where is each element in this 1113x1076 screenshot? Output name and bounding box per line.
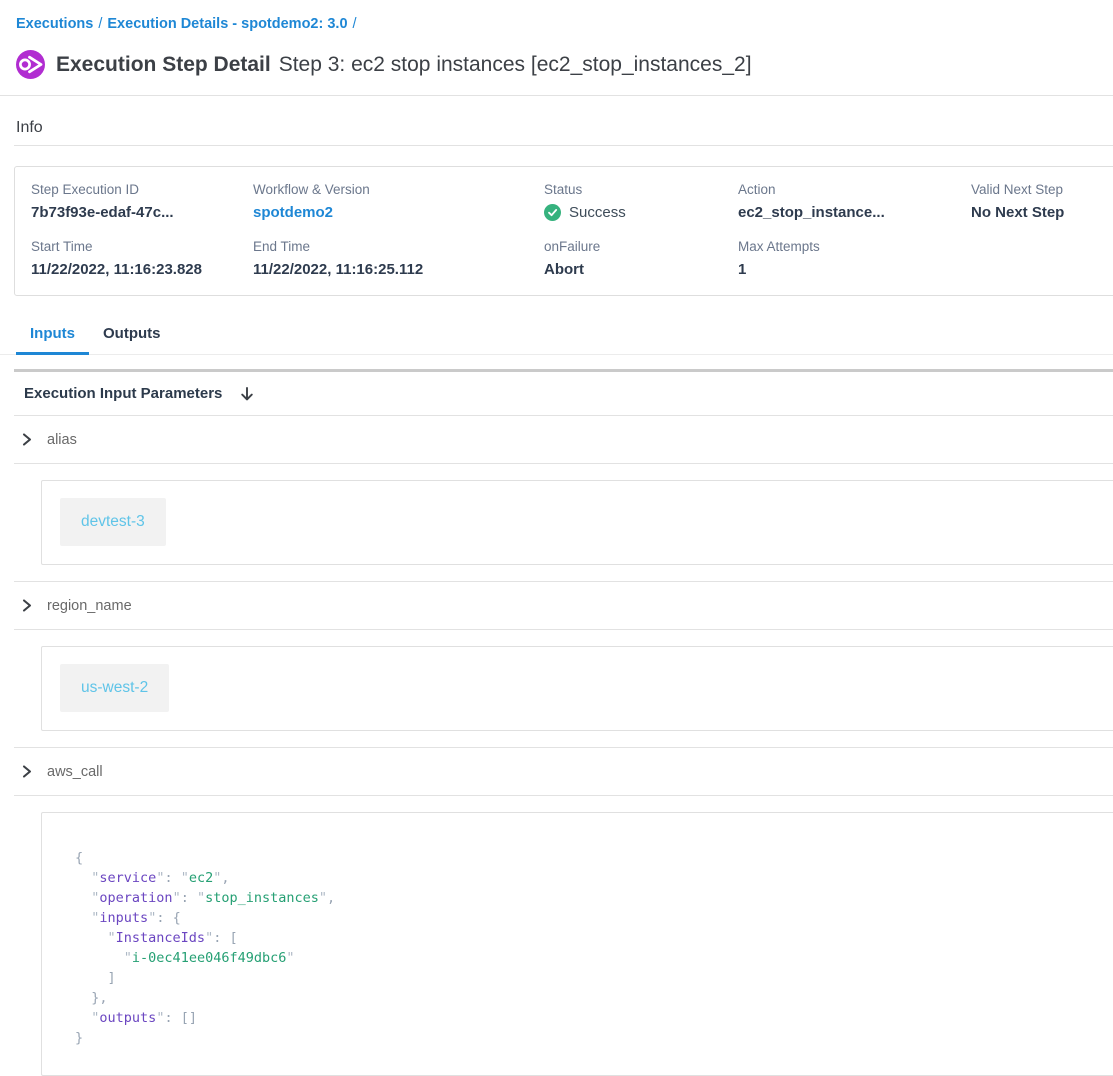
param-section-region-name: region_name us-west-2 [0,581,1113,731]
field-value: 11/22/2022, 11:16:25.112 [253,261,544,278]
divider [14,629,1113,630]
chevron-right-icon [20,433,33,446]
tab-inputs[interactable]: Inputs [16,317,89,355]
info-card: Step Execution ID 7b73f93e-edaf-47c... W… [14,166,1113,296]
success-check-icon [544,204,561,221]
field-action: Action ec2_stop_instance... [738,182,971,221]
field-step-execution-id: Step Execution ID 7b73f93e-edaf-47c... [31,182,253,221]
divider [14,145,1113,146]
section-content-aws-call: { "service": "ec2", "operation": "stop_i… [41,812,1113,1076]
breadcrumb: Executions / Execution Details - spotdemo2… [0,0,1113,32]
field-value: Abort [544,261,738,278]
param-section-aws-call: aws_call { "service": "ec2", "operation"… [0,747,1113,1076]
field-label: Status [544,182,738,197]
field-value: 11/22/2022, 11:16:23.828 [31,261,253,278]
execution-input-parameters-header: Execution Input Parameters [0,372,1113,415]
field-label: Max Attempts [738,239,971,254]
section-content-region-name: us-west-2 [41,646,1113,731]
status-badge: Success [544,204,738,221]
section-label: aws_call [47,764,103,780]
arrow-down-icon[interactable] [239,386,255,402]
field-value: 1 [738,261,971,278]
field-onfailure: onFailure Abort [544,239,738,278]
field-label: Valid Next Step [971,182,1113,197]
workflow-link[interactable]: spotdemo2 [253,204,544,221]
app-logo-icon [16,50,45,79]
param-section-alias: alias devtest-3 [0,416,1113,565]
status-text: Success [569,204,626,221]
breadcrumb-separator: / [98,16,102,32]
page-title: Execution Step Detail [56,53,271,77]
field-label: Action [738,182,971,197]
breadcrumb-separator: / [353,16,357,32]
field-workflow-version: Workflow & Version spotdemo2 [253,182,544,221]
section-label: alias [47,432,77,448]
value-chip: us-west-2 [60,664,169,712]
breadcrumb-link-executions[interactable]: Executions [16,16,93,32]
field-label: End Time [253,239,544,254]
field-value: No Next Step [971,204,1113,221]
section-content-alias: devtest-3 [41,480,1113,565]
section-toggle-aws-call[interactable]: aws_call [0,748,1113,795]
section-toggle-region-name[interactable]: region_name [0,582,1113,629]
field-label: Step Execution ID [31,182,253,197]
field-label: Workflow & Version [253,182,544,197]
field-start-time: Start Time 11/22/2022, 11:16:23.828 [31,239,253,278]
chevron-right-icon [20,599,33,612]
divider [14,795,1113,796]
field-label: Start Time [31,239,253,254]
divider [14,463,1113,464]
section-toggle-alias[interactable]: alias [0,416,1113,463]
field-max-attempts: Max Attempts 1 [738,239,971,278]
field-value: 7b73f93e-edaf-47c... [31,204,253,221]
execution-input-parameters-label: Execution Input Parameters [24,385,222,402]
field-valid-next-step: Valid Next Step No Next Step [971,182,1113,221]
value-chip: devtest-3 [60,498,166,546]
breadcrumb-link-execution-details[interactable]: Execution Details - spotdemo2: 3.0 [107,16,347,32]
section-label: region_name [47,598,132,614]
divider [0,95,1113,96]
info-section-title: Info [16,119,1113,137]
field-value: ec2_stop_instance... [738,204,971,221]
json-code: { "service": "ec2", "operation": "stop_i… [75,848,1104,1048]
tab-outputs[interactable]: Outputs [89,317,175,355]
field-label: onFailure [544,239,738,254]
tab-bar: Inputs Outputs [0,317,1113,355]
field-status: Status Success [544,182,738,221]
field-end-time: End Time 11/22/2022, 11:16:25.112 [253,239,544,278]
page-subtitle: Step 3: ec2 stop instances [ec2_stop_ins… [279,53,752,77]
page-header: Execution Step Detail Step 3: ec2 stop i… [0,32,1113,95]
chevron-right-icon [20,765,33,778]
